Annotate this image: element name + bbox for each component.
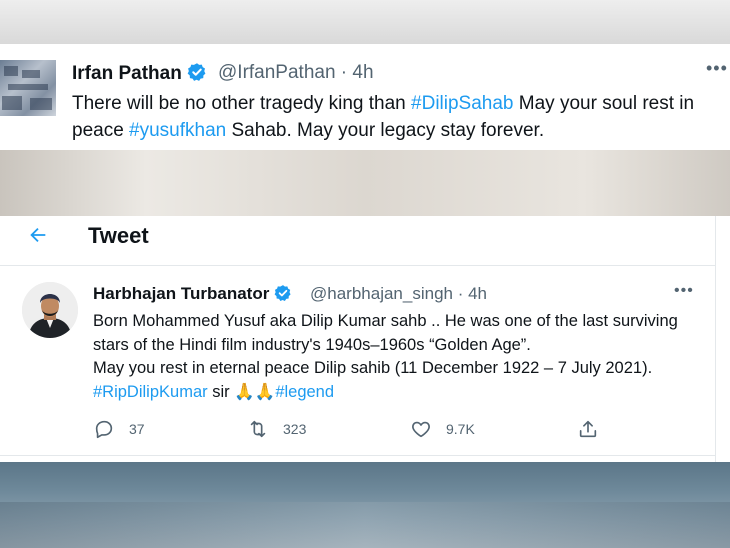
background-middle bbox=[0, 150, 730, 216]
reply-button[interactable]: 37 bbox=[93, 418, 145, 440]
tweet-text: There will be no other tragedy king than… bbox=[72, 93, 695, 141]
background-top bbox=[0, 0, 730, 44]
profile-photo bbox=[22, 282, 78, 338]
page-title: Tweet bbox=[88, 223, 149, 248]
hashtag-link[interactable]: #yusufkhan bbox=[129, 120, 226, 141]
like-icon bbox=[412, 421, 430, 438]
panel-border bbox=[715, 216, 716, 462]
emoji: 🙏🙏 bbox=[234, 382, 276, 401]
retweet-button[interactable]: 323 bbox=[247, 418, 306, 440]
reply-icon bbox=[95, 420, 113, 439]
author-name[interactable]: Irfan Pathan bbox=[72, 62, 207, 85]
author-handle-time[interactable]: @harbhajan_singh · 4h bbox=[310, 284, 487, 304]
arrow-left-icon[interactable] bbox=[27, 224, 49, 246]
avatar[interactable] bbox=[22, 282, 78, 338]
more-options-icon[interactable]: ••• bbox=[674, 282, 694, 300]
more-options-icon[interactable]: ••• bbox=[706, 58, 728, 79]
like-button[interactable]: 9.7K bbox=[410, 418, 475, 440]
share-icon bbox=[579, 420, 597, 438]
verified-badge-icon bbox=[187, 63, 206, 81]
author-handle-time[interactable]: @IrfanPathan · 4h bbox=[218, 62, 374, 84]
avatar[interactable] bbox=[0, 60, 56, 116]
verified-badge-icon bbox=[274, 285, 291, 301]
tweet-text: Born Mohammed Yusuf aka Dilip Kumar sahb… bbox=[93, 312, 678, 401]
hashtag-link[interactable]: #legend bbox=[275, 383, 334, 401]
divider bbox=[0, 265, 715, 266]
share-button[interactable] bbox=[577, 418, 613, 440]
hashtag-link[interactable]: #RipDilipKumar bbox=[93, 383, 208, 401]
divider bbox=[0, 455, 715, 456]
retweet-icon bbox=[250, 420, 266, 438]
hashtag-link[interactable]: #DilipSahab bbox=[411, 93, 513, 114]
author-name[interactable]: Harbhajan Turbanator bbox=[93, 284, 292, 304]
background-bottom bbox=[0, 462, 730, 548]
